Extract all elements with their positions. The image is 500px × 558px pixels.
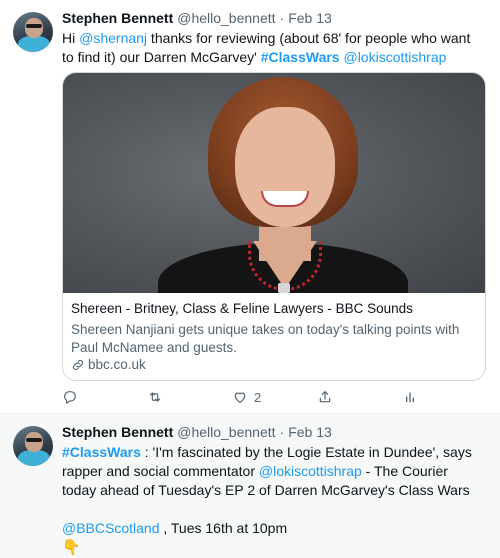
analytics-button[interactable]	[402, 389, 418, 405]
author-handle[interactable]: @hello_bennett	[177, 10, 275, 26]
card-image[interactable]	[63, 73, 485, 293]
avatar-glasses	[26, 24, 42, 28]
separator-dot: ·	[279, 424, 285, 440]
share-button[interactable]	[317, 389, 333, 405]
reply-icon	[64, 391, 76, 405]
author-name[interactable]: Stephen Bennett	[62, 10, 173, 26]
like-count: 2	[254, 389, 262, 405]
card-description: Shereen Nanjiani gets unique takes on to…	[71, 322, 460, 355]
share-icon	[319, 391, 331, 403]
image-face	[235, 107, 335, 227]
card-domain-text[interactable]: bbc.co.uk	[88, 357, 146, 372]
tweet-date[interactable]: Feb 13	[288, 424, 332, 440]
author-name[interactable]: Stephen Bennett	[62, 424, 173, 440]
avatar-face	[25, 432, 43, 452]
tweet-actions: 2	[62, 389, 422, 409]
mention-link[interactable]: @BBCScotland	[62, 520, 159, 536]
hashtag-link[interactable]: #ClassWars	[261, 49, 340, 65]
retweet-icon	[149, 392, 161, 402]
analytics-icon	[406, 392, 414, 403]
hashtag-link[interactable]: #ClassWars	[62, 444, 141, 460]
tweet-header: Stephen Bennett @hello_bennett · Feb 13	[62, 10, 332, 26]
tweet-text-part: Hi	[62, 30, 80, 46]
reply-button[interactable]	[62, 389, 78, 405]
tweet-text: #ClassWars : 'I'm fascinated by the Logi…	[62, 443, 482, 538]
avatar-glasses	[26, 438, 42, 442]
link-card[interactable]: Shereen - Britney, Class & Feline Lawyer…	[62, 72, 486, 381]
like-button[interactable]: 2	[232, 389, 261, 405]
tweet-text-part: , Tues 16th at 10pm	[159, 520, 288, 536]
tweet-header: Stephen Bennett @hello_bennett · Feb 13	[62, 424, 332, 440]
heart-icon	[234, 392, 246, 404]
avatar[interactable]	[13, 12, 53, 52]
tweet-date[interactable]: Feb 13	[288, 10, 332, 26]
image-pendant	[278, 283, 290, 293]
tweet-text: Hi @shernanj thanks for reviewing (about…	[62, 29, 482, 67]
author-handle[interactable]: @hello_bennett	[177, 424, 275, 440]
link-icon	[72, 359, 84, 370]
card-domain[interactable]: bbc.co.uk	[71, 357, 146, 372]
avatar[interactable]	[13, 426, 53, 466]
mention-link[interactable]: @shernanj	[79, 30, 147, 46]
avatar-shirt	[18, 450, 50, 466]
pointing-down-emoji: 👇	[62, 539, 81, 556]
tweet[interactable]: Stephen Bennett @hello_bennett · Feb 13 …	[0, 0, 500, 414]
retweet-button[interactable]	[147, 389, 163, 405]
avatar-face	[25, 18, 43, 38]
avatar-shirt	[18, 36, 50, 52]
tweet[interactable]: Stephen Bennett @hello_bennett · Feb 13 …	[0, 414, 500, 558]
card-title[interactable]: Shereen - Britney, Class & Feline Lawyer…	[71, 301, 413, 316]
separator-dot: ·	[279, 10, 285, 26]
mention-link[interactable]: @lokiscottishrap	[259, 463, 362, 479]
mention-link[interactable]: @lokiscottishrap	[343, 49, 446, 65]
